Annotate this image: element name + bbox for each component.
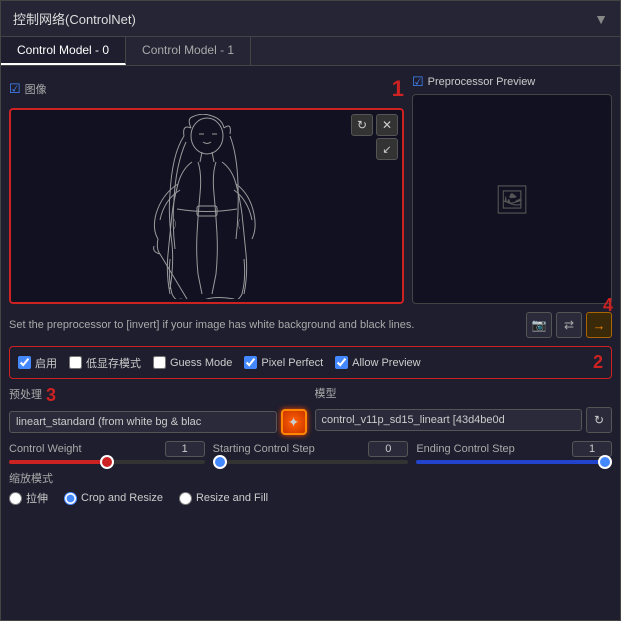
preprocessor-col: 预处理 3 lineart_standard (from white bg & …	[9, 385, 307, 435]
preprocessor-preview-area: 🖼	[412, 94, 612, 304]
zoom-mode-radio-row: 拉伸 Crop and Resize Resize and Fill	[9, 490, 612, 506]
sliders-section: Control Weight Starting Control Step End…	[9, 441, 612, 464]
starting-step-label: Starting Control Step	[213, 443, 315, 455]
hint-row: Set the preprocessor to [invert] if your…	[9, 310, 612, 340]
model-section-label: 模型	[315, 385, 613, 401]
zoom-stretch-radio[interactable]	[9, 492, 22, 505]
preview-placeholder-icon: 🖼	[494, 183, 530, 216]
zoom-stretch-label: 拉伸	[26, 490, 48, 506]
enable-checkbox[interactable]: 启用	[18, 355, 57, 371]
run-preprocessor-button[interactable]: ✦	[281, 409, 307, 435]
zoom-fill-label: Resize and Fill	[196, 492, 268, 504]
allow-preview-checkbox[interactable]: Allow Preview	[335, 356, 420, 369]
low-vram-input[interactable]	[69, 356, 82, 369]
pixel-perfect-checkbox[interactable]: Pixel Perfect	[244, 356, 323, 369]
ending-step-label: Ending Control Step	[416, 443, 514, 455]
guess-mode-label: Guess Mode	[170, 357, 232, 369]
panel-collapse-icon[interactable]: ▼	[594, 11, 608, 27]
control-weight-label: Control Weight	[9, 443, 82, 455]
starting-step-group: Starting Control Step	[213, 441, 409, 464]
image-row: ☑ 图像 1 ↻ ✕ ↙	[9, 74, 612, 304]
tab-control-model-1[interactable]: Control Model - 1	[126, 37, 251, 65]
hint-actions: 📷 ⇄ → 4	[526, 312, 612, 338]
model-select-container: control_v11p_sd15_lineart [43d4be0d ↻	[315, 407, 613, 433]
guess-mode-input[interactable]	[153, 356, 166, 369]
refresh-image-icon[interactable]: ↻	[351, 114, 373, 136]
hint-text: Set the preprocessor to [invert] if your…	[9, 319, 526, 331]
preprocessor-section-label: 预处理	[9, 386, 42, 402]
image-panel-left: ☑ 图像 1 ↻ ✕ ↙	[9, 74, 404, 304]
low-vram-label: 低显存模式	[86, 355, 141, 371]
camera-button[interactable]: 📷	[526, 312, 552, 338]
zoom-fill-option[interactable]: Resize and Fill	[179, 492, 268, 505]
zoom-fill-radio[interactable]	[179, 492, 192, 505]
allow-preview-label: Allow Preview	[352, 357, 420, 369]
character-sketch	[142, 114, 272, 299]
badge-4: 4	[603, 295, 613, 316]
zoom-crop-radio[interactable]	[64, 492, 77, 505]
badge-1: 1	[392, 76, 404, 102]
starting-step-slider[interactable]	[213, 460, 409, 464]
preprocessor-model-row: 预处理 3 lineart_standard (from white bg & …	[9, 385, 612, 435]
image-label-text: 图像	[25, 81, 47, 97]
model-select[interactable]: control_v11p_sd15_lineart [43d4be0d	[315, 409, 583, 431]
preprocessor-preview-label: Preprocessor Preview	[428, 76, 536, 88]
enable-label: 启用	[35, 355, 57, 371]
zoom-mode-label: 缩放模式	[9, 470, 612, 486]
ending-step-slider[interactable]	[416, 460, 612, 464]
pixel-perfect-input[interactable]	[244, 356, 257, 369]
ending-step-group: Ending Control Step	[416, 441, 612, 464]
badge-2: 2	[593, 352, 603, 373]
tabs-row: Control Model - 0 Control Model - 1	[1, 37, 620, 66]
panel-title: 控制网络(ControlNet)	[13, 9, 136, 28]
image-checkbox-icon[interactable]: ☑	[9, 81, 21, 97]
preprocessor-panel: ☑ Preprocessor Preview 🖼	[412, 74, 612, 304]
panel-header: 控制网络(ControlNet) ▼	[1, 1, 620, 37]
pixel-perfect-label: Pixel Perfect	[261, 357, 323, 369]
model-col: 模型 control_v11p_sd15_lineart [43d4be0d ↻	[315, 385, 613, 433]
tab-control-model-0[interactable]: Control Model - 0	[1, 37, 126, 65]
guess-mode-checkbox[interactable]: Guess Mode	[153, 356, 232, 369]
expand-image-icon[interactable]: ↙	[376, 138, 398, 160]
zoom-crop-label: Crop and Resize	[81, 492, 163, 504]
zoom-stretch-option[interactable]: 拉伸	[9, 490, 48, 506]
close-image-icon[interactable]: ✕	[376, 114, 398, 136]
control-weight-group: Control Weight	[9, 441, 205, 464]
enable-input[interactable]	[18, 356, 31, 369]
controlnet-panel: 控制网络(ControlNet) ▼ Control Model - 0 Con…	[0, 0, 621, 621]
badge-3: 3	[46, 385, 56, 406]
checkbox-row: 启用 低显存模式 Guess Mode Pixel Perfect Allow …	[9, 346, 612, 379]
preprocessor-select[interactable]: lineart_standard (from white bg & blac	[9, 411, 277, 433]
swap-button[interactable]: ⇄	[556, 312, 582, 338]
image-upload-area[interactable]: ↻ ✕ ↙	[9, 108, 404, 304]
zoom-crop-option[interactable]: Crop and Resize	[64, 492, 163, 505]
preprocessor-top: ☑ Preprocessor Preview	[412, 74, 612, 90]
preprocessor-select-container: lineart_standard (from white bg & blac ✦	[9, 409, 307, 435]
preprocessor-checkbox[interactable]: ☑	[412, 74, 424, 90]
main-content: ☑ 图像 1 ↻ ✕ ↙	[1, 66, 620, 620]
send-button[interactable]: → 4	[586, 312, 612, 338]
control-weight-slider[interactable]	[9, 460, 205, 464]
refresh-model-button[interactable]: ↻	[586, 407, 612, 433]
zoom-mode-section: 缩放模式 拉伸 Crop and Resize Resize and Fill	[9, 470, 612, 506]
low-vram-checkbox[interactable]: 低显存模式	[69, 355, 141, 371]
image-label: ☑ 图像 1	[9, 74, 404, 104]
allow-preview-input[interactable]	[335, 356, 348, 369]
